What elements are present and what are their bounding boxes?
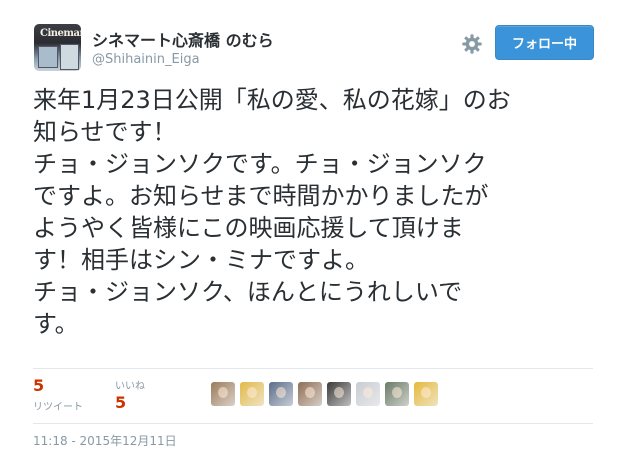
retweet-count: 5 <box>33 376 45 395</box>
like-count: 5 <box>115 393 127 412</box>
liker-avatar[interactable] <box>356 382 380 406</box>
tweet-line: チョ・ジョンソク、ほんとにうれしいで <box>33 278 463 306</box>
liker-avatar[interactable] <box>385 382 409 406</box>
tweet-line: ようやく皆様にこの映画応援して頂けま <box>33 214 464 242</box>
liker-avatar[interactable] <box>327 382 351 406</box>
liker-face <box>218 387 228 398</box>
liker-face <box>392 387 402 398</box>
liker-avatar[interactable] <box>414 382 438 406</box>
avatar-sign: Cinemart <box>40 28 81 39</box>
tweet-line: す。 <box>33 310 79 338</box>
liker-face <box>421 387 431 398</box>
user-name[interactable]: シネマート心斎橋 のむら <box>92 27 274 51</box>
liker-avatar[interactable] <box>211 382 235 406</box>
liker-face <box>305 387 315 398</box>
liker-face <box>247 387 257 398</box>
tweet-text: 来年1月23日公開「私の愛、私の花嫁」のお 知らせです！ チョ・ジョンソクです。… <box>33 84 608 340</box>
liker-avatar[interactable] <box>298 382 322 406</box>
screen-name[interactable]: @Shihainin_Eiga <box>92 52 200 67</box>
tweet-line: す！相手はシン・ミナですよ。 <box>33 246 369 274</box>
retweet-label: リツイート <box>33 402 83 413</box>
liker-face <box>276 387 286 398</box>
like-label: いいね <box>115 381 145 392</box>
tweet-line: 来年1月23日公開「私の愛、私の花嫁」のお <box>33 86 511 114</box>
avatar[interactable]: Cinemart <box>34 24 81 71</box>
liker-avatar[interactable] <box>240 382 264 406</box>
likers-avatars <box>211 382 443 406</box>
tweet-stats: 5 リツイート いいね 5 <box>33 368 593 424</box>
gear-icon[interactable] <box>461 33 483 55</box>
tweet-line: チョ・ジョンソクです。チョ・ジョンソク <box>33 150 487 178</box>
avatar-window <box>60 44 79 70</box>
liker-face <box>363 387 373 398</box>
avatar-window <box>38 46 58 68</box>
tweet-line: 知らせです！ <box>33 118 177 146</box>
liker-avatar[interactable] <box>269 382 293 406</box>
follow-button-label: フォロー中 <box>511 37 577 52</box>
follow-button[interactable]: フォロー中 <box>495 25 594 60</box>
timestamp[interactable]: 11:18 - 2015年12月11日 <box>33 432 177 449</box>
liker-face <box>334 387 344 398</box>
tweet-line: ですよ。お知らせまで時間かかりましたが <box>33 182 489 210</box>
